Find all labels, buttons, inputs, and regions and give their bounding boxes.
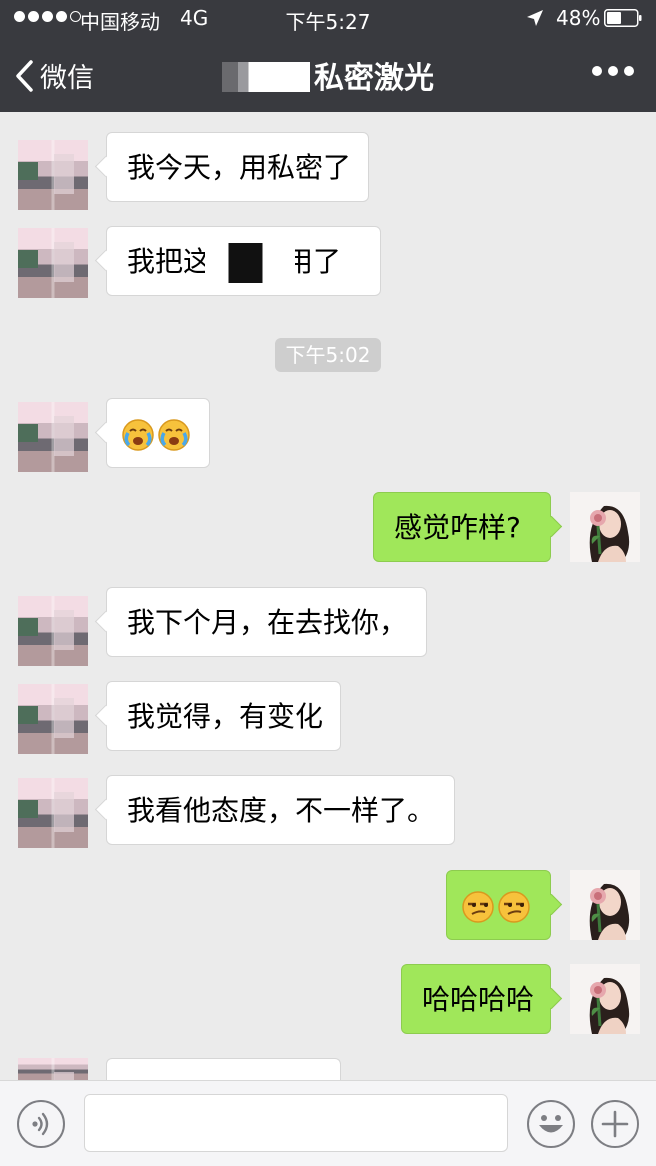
contact-avatar[interactable] <box>18 402 88 472</box>
emoji-button[interactable] <box>527 1100 575 1148</box>
contact-avatar[interactable] <box>18 1058 88 1080</box>
contact-avatar[interactable] <box>18 596 88 666</box>
message-bubble-incoming[interactable] <box>106 398 210 468</box>
message-bubble-outgoing[interactable]: 感觉咋样? <box>373 492 551 562</box>
chat-title: 私密激光 <box>0 53 656 97</box>
voice-icon <box>32 1112 49 1136</box>
self-avatar[interactable] <box>570 964 640 1034</box>
battery-icon <box>604 9 642 27</box>
timestamp: 下午5:02 <box>275 338 381 372</box>
redaction-mark <box>205 243 296 283</box>
crying-face-icon <box>121 418 155 452</box>
contact-avatar[interactable] <box>18 140 88 210</box>
message-bubble-incoming[interactable] <box>106 1058 341 1080</box>
contact-avatar[interactable] <box>18 778 88 848</box>
more-icon[interactable] <box>592 66 634 76</box>
self-avatar[interactable] <box>570 870 640 940</box>
message-bubble-incoming[interactable]: 我看他态度，不一样了。 <box>106 775 455 845</box>
self-avatar[interactable] <box>570 492 640 562</box>
top-bar: 中国移动 4G 下午5:27 48% 微信 私密激光 <box>0 0 656 112</box>
message-bubble-incoming[interactable]: 我今天，用私密了 <box>106 132 369 202</box>
plus-icon <box>601 1110 629 1138</box>
nav-bar: 微信 私密激光 <box>0 36 656 112</box>
battery-percent: 48% <box>556 6 601 30</box>
message-bubble-incoming[interactable]: 我下个月，在去找你， <box>106 587 427 657</box>
message-input[interactable] <box>84 1094 508 1152</box>
message-bubble-incoming[interactable]: 我觉得，有变化 <box>106 681 341 751</box>
chat-title-text: 私密激光 <box>314 61 434 96</box>
message-bubble-incoming[interactable]: 我把这 用了 <box>106 226 381 296</box>
status-bar: 中国移动 4G 下午5:27 48% <box>0 0 656 36</box>
contact-avatar[interactable] <box>18 228 88 298</box>
more-functions-button[interactable] <box>591 1100 639 1148</box>
redacted-name <box>222 62 310 92</box>
message-bubble-outgoing[interactable] <box>446 870 551 940</box>
message-bubble-outgoing[interactable]: 哈哈哈哈 <box>401 964 551 1034</box>
smirk-face-icon <box>497 890 531 924</box>
contact-avatar[interactable] <box>18 684 88 754</box>
location-arrow-icon <box>527 10 543 26</box>
crying-face-icon <box>157 418 191 452</box>
input-bar <box>0 1080 656 1166</box>
smirk-face-icon <box>461 890 495 924</box>
emoji-icon <box>539 1115 563 1133</box>
voice-button[interactable] <box>17 1100 65 1148</box>
